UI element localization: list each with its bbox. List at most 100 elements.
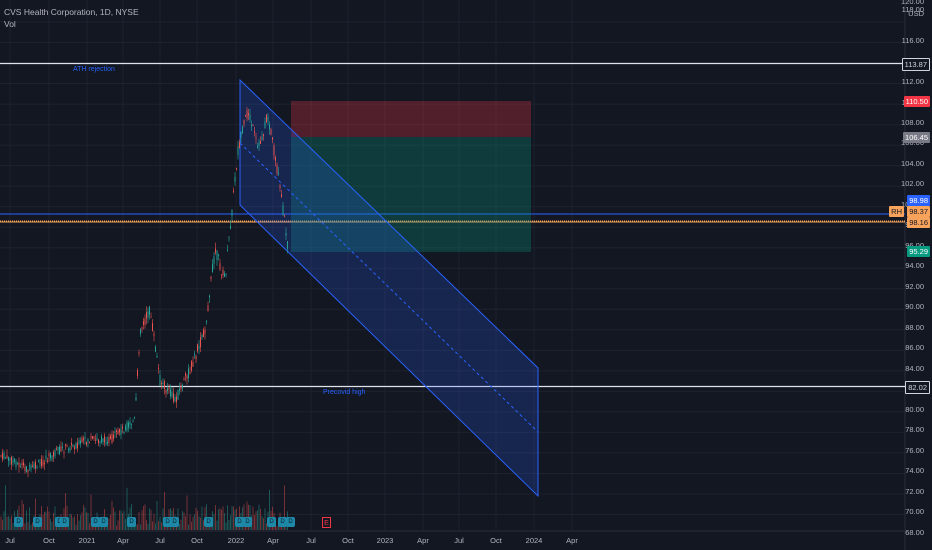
dividend-marker[interactable]: D	[204, 517, 213, 527]
dividend-marker[interactable]: D	[267, 517, 276, 527]
volume-bar	[213, 514, 215, 530]
candle-body	[213, 256, 215, 264]
candle-body	[62, 446, 63, 448]
candle-body	[194, 353, 195, 355]
volume-bar	[150, 509, 152, 530]
candle-body	[51, 455, 53, 460]
candle-body	[89, 441, 90, 443]
dividend-marker[interactable]: D	[99, 517, 108, 527]
candle-body	[33, 463, 35, 469]
volume-bar	[78, 520, 80, 530]
candle-body	[224, 273, 225, 277]
candle-body	[141, 327, 143, 329]
candle-body	[87, 439, 89, 442]
volume-bar	[11, 515, 12, 530]
candle-body	[233, 190, 234, 192]
volume-bar	[77, 514, 78, 530]
candle-body	[105, 442, 107, 445]
ath-annotation[interactable]: ATH rejection	[73, 66, 115, 73]
candle-body	[191, 361, 192, 371]
volume-bar	[260, 509, 261, 530]
volume-bar	[45, 511, 47, 530]
candle-body	[284, 215, 285, 217]
volume-bar	[125, 519, 126, 530]
candle-body	[203, 329, 204, 338]
candle-body	[39, 462, 41, 464]
precovid-annotation[interactable]: Precovid high	[323, 389, 365, 396]
candle-body	[32, 465, 33, 467]
volume-legend[interactable]: Vol	[4, 19, 16, 29]
candle-body	[173, 393, 174, 402]
candle-body	[197, 344, 198, 352]
candle-body	[248, 113, 249, 116]
candle-body	[170, 389, 171, 397]
volume-bar	[179, 523, 180, 530]
candle-body	[258, 141, 260, 147]
volume-bar	[215, 505, 216, 530]
dividend-marker[interactable]: D	[127, 517, 136, 527]
candle-body	[90, 436, 92, 438]
candle-body	[261, 136, 263, 140]
candle-body	[140, 329, 141, 334]
dividend-marker[interactable]: D	[170, 517, 179, 527]
candle-body	[273, 145, 275, 155]
candle-body	[240, 132, 242, 138]
candle-body	[56, 448, 57, 450]
dividend-marker[interactable]: D	[14, 517, 23, 527]
candle-body	[221, 274, 222, 276]
volume-bar	[83, 504, 84, 530]
candle-body	[80, 440, 81, 444]
candle-body	[134, 417, 135, 419]
candle-body	[59, 446, 60, 454]
dividend-marker[interactable]: D	[243, 517, 252, 527]
dividend-marker[interactable]: D	[60, 517, 69, 527]
volume-bar	[23, 504, 24, 530]
candle-body	[155, 346, 156, 352]
candle-body	[38, 460, 39, 462]
candle-body	[36, 466, 38, 468]
candle-body	[23, 462, 24, 466]
candle-body	[8, 457, 9, 461]
candle-body	[236, 168, 237, 170]
volume-bar	[194, 514, 195, 530]
current-price-label: RH	[889, 206, 904, 217]
dividend-marker[interactable]: D	[33, 517, 42, 527]
symbol-title[interactable]: CVS Health Corporation, 1D, NYSE	[4, 6, 139, 18]
earnings-marker[interactable]: E	[322, 517, 331, 528]
volume-bar	[120, 510, 122, 530]
candle-body	[239, 142, 240, 148]
candle-body	[110, 435, 111, 440]
volume-bar	[231, 505, 233, 530]
stop-zone	[291, 101, 531, 137]
candle-body	[249, 114, 251, 120]
volume-bar	[80, 515, 81, 530]
dividend-marker[interactable]: D	[286, 517, 295, 527]
volume-bar	[257, 510, 258, 530]
volume-bar	[89, 523, 90, 530]
candle-body	[129, 422, 131, 425]
volume-bar	[198, 516, 200, 530]
candle-body	[107, 441, 108, 444]
candle-body	[263, 134, 264, 136]
candle-body	[245, 115, 246, 117]
candle-body	[111, 433, 113, 443]
price-tick-label: 116.00	[901, 36, 924, 45]
time-tick-label: Apr	[117, 536, 129, 545]
candle-body	[41, 458, 42, 466]
candle-body	[48, 453, 50, 457]
volume-bar	[2, 519, 3, 530]
price-tick-label: 70.00	[905, 507, 924, 516]
volume-bar	[24, 523, 26, 530]
volume-bar	[86, 512, 87, 530]
volume-bar	[180, 519, 182, 530]
price-chart-canvas[interactable]	[0, 0, 932, 550]
candle-body	[104, 435, 105, 443]
candle-body	[159, 374, 161, 386]
candle-body	[251, 124, 252, 127]
time-tick-label: Oct	[342, 536, 354, 545]
volume-bar	[228, 519, 230, 530]
volume-bar	[47, 506, 48, 530]
candle-body	[77, 442, 78, 449]
candle-body	[81, 438, 83, 443]
chart-window[interactable]: CVS Health Corporation, 1D, NYSE Vol ATH…	[0, 0, 932, 550]
